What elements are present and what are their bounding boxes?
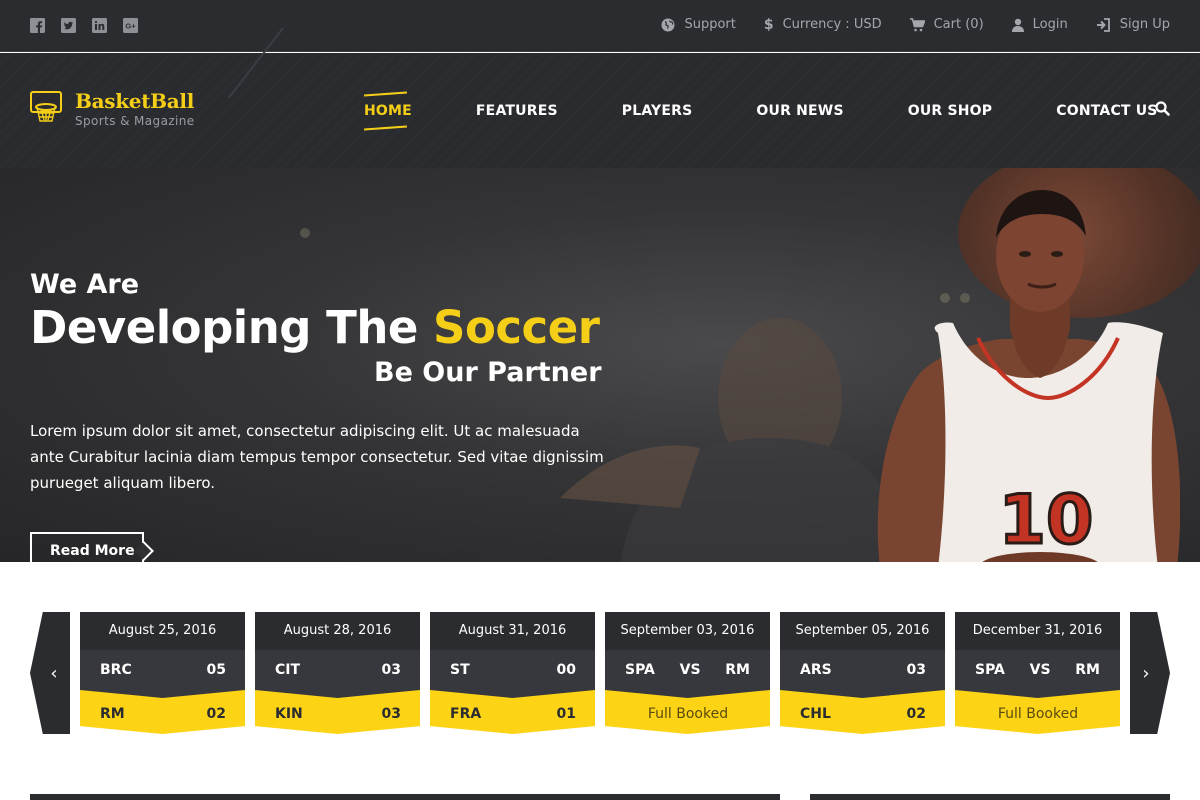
team-name: RM (100, 706, 125, 722)
match-date: September 03, 2016 (605, 612, 770, 650)
match-team-row: ST 00 (430, 650, 595, 690)
section-header-bar (30, 794, 780, 800)
team-name: CIT (275, 662, 301, 678)
match-date: August 31, 2016 (430, 612, 595, 650)
linkedin-icon[interactable] (90, 16, 108, 34)
google-plus-icon[interactable]: G+ (121, 16, 139, 34)
team-name: SPA (625, 662, 655, 678)
next-matches-button[interactable]: › (1130, 612, 1170, 734)
match-card[interactable]: September 05, 2016 ARS 03 CHL 02 (780, 612, 945, 744)
match-team-row: BRC 05 (80, 650, 245, 690)
section-header-bar (810, 794, 1170, 800)
menu-item-players[interactable]: PLAYERS (622, 102, 693, 120)
hero-line-3: Be Our Partner (374, 357, 602, 388)
match-card[interactable]: December 31, 2016 SPA VS RM Full Booked (955, 612, 1120, 744)
team-name: RM (725, 662, 750, 678)
team-score: 01 (556, 706, 576, 722)
main-navigation: BasketBall Sports & Magazine HOME FEATUR… (0, 27, 1200, 168)
team-score: 03 (381, 706, 401, 722)
team-name: RM (1075, 662, 1100, 678)
team-name: KIN (275, 706, 303, 722)
team-name: ST (450, 662, 470, 678)
hero-headline-highlight: Soccer (433, 301, 600, 354)
match-date: August 25, 2016 (80, 612, 245, 650)
match-date: December 31, 2016 (955, 612, 1120, 650)
currency-label: Currency : USD (782, 17, 882, 32)
team-name: FRA (450, 706, 482, 722)
twitter-icon[interactable] (59, 16, 77, 34)
chevron-left-icon: ‹ (50, 662, 58, 684)
versus-label: VS (1029, 662, 1051, 678)
cart-label: Cart (0) (933, 17, 984, 32)
match-card[interactable]: August 31, 2016 ST 00 FRA 01 (430, 612, 595, 744)
jersey-number: 10 (999, 481, 1094, 560)
brand-title: BasketBall (75, 89, 195, 113)
currency-selector[interactable]: $ Currency : USD (764, 16, 882, 34)
search-icon[interactable] (1155, 101, 1170, 116)
login-label: Login (1032, 17, 1068, 32)
team-name: BRC (100, 662, 132, 678)
match-date: August 28, 2016 (255, 612, 420, 650)
match-date: September 05, 2016 (780, 612, 945, 650)
player-image: 10 (877, 190, 1180, 562)
signup-link[interactable]: Sign Up (1096, 16, 1170, 34)
top-links: Support $ Currency : USD Cart (0) Login … (661, 16, 1170, 34)
menu-item-contact-us[interactable]: CONTACT US (1056, 102, 1157, 120)
support-label: Support (684, 17, 736, 32)
top-bar: G+ Support $ Currency : USD Cart (0) Log… (0, 0, 1200, 52)
previous-matches-button[interactable]: ‹ (30, 612, 70, 734)
match-team-row: SPA VS RM (605, 650, 770, 690)
match-card[interactable]: September 03, 2016 SPA VS RM Full Booked (605, 612, 770, 744)
team-score: 02 (906, 706, 926, 722)
menu-item-our-shop[interactable]: OUR SHOP (908, 102, 993, 120)
team-name: SPA (975, 662, 1005, 678)
brand-logo[interactable]: BasketBall Sports & Magazine (29, 90, 195, 128)
basketball-hoop-icon (30, 91, 62, 122)
globe-icon (661, 18, 675, 32)
match-card[interactable]: August 28, 2016 CIT 03 KIN 03 (255, 612, 420, 744)
team-score: 03 (381, 662, 401, 678)
read-more-button[interactable]: Read More (30, 532, 144, 562)
cart-icon (909, 18, 925, 32)
user-icon (1011, 18, 1024, 32)
background-player-image (560, 318, 890, 562)
menu-item-features[interactable]: FEATURES (476, 102, 558, 120)
hero-headline: Developing The Soccer (30, 299, 600, 357)
menu-item-our-news[interactable]: OUR NEWS (756, 102, 843, 120)
menu-item-home[interactable]: HOME (364, 102, 412, 120)
versus-label: VS (679, 662, 701, 678)
social-links: G+ (28, 16, 139, 34)
cart-link[interactable]: Cart (0) (909, 16, 984, 34)
match-team-row: SPA VS RM (955, 650, 1120, 690)
team-score: 00 (556, 662, 576, 678)
support-link[interactable]: Support (661, 16, 736, 34)
team-name: ARS (800, 662, 832, 678)
match-card[interactable]: August 25, 2016 BRC 05 RM 02 (80, 612, 245, 744)
chevron-right-icon: › (1142, 662, 1150, 684)
team-score: 05 (206, 662, 226, 678)
dollar-icon: $ (763, 17, 774, 33)
team-score: 02 (206, 706, 226, 722)
menu: HOME FEATURES PLAYERS OUR NEWS OUR SHOP … (364, 102, 1158, 120)
team-score: 03 (906, 662, 926, 678)
brand-subtitle: Sports & Magazine (75, 114, 195, 128)
hero-description: Lorem ipsum dolor sit amet, consectetur … (30, 422, 604, 492)
match-team-row: CIT 03 (255, 650, 420, 690)
sign-in-icon (1096, 18, 1110, 32)
match-team-row: ARS 03 (780, 650, 945, 690)
facebook-icon[interactable] (28, 16, 46, 34)
hero-banner: 10 We Are Developing The Soccer Be Our P… (0, 168, 1200, 562)
hero-headline-plain: Developing The (30, 301, 434, 354)
hero-line-1: We Are (30, 269, 140, 300)
stadium-light (300, 228, 310, 238)
svg-text:G+: G+ (125, 21, 136, 30)
team-name: CHL (800, 706, 831, 722)
signup-label: Sign Up (1119, 17, 1170, 32)
login-link[interactable]: Login (1011, 16, 1068, 34)
